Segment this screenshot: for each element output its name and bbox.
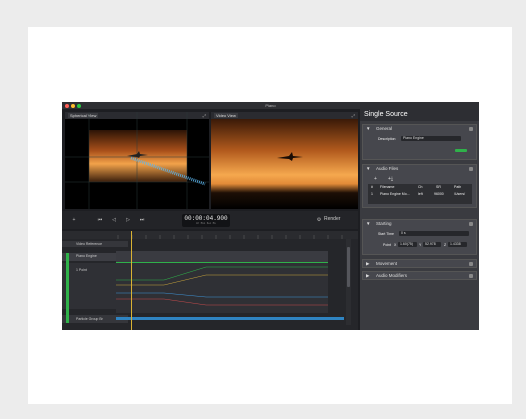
table-cell: Piano Engine Mo... [380,192,410,196]
table-cell: 1 [371,192,373,196]
close-section-icon[interactable] [469,262,473,266]
table-cell: left [418,192,423,196]
section-audio-modifiers-header[interactable]: ▶ Audio Modifiers [363,272,476,280]
audio-files-table: # Filename Ch SR Path 1 Piano Engine Mo.… [368,184,472,204]
section-movement-header[interactable]: ▶ Movement [363,260,476,268]
inspector-panel: Single Source ▼ General Description Piano… [360,109,479,330]
timeline-ruler[interactable] [62,231,358,239]
table-cell: /Users/ [454,192,466,196]
close-section-icon[interactable] [469,167,473,171]
section-general: ▼ General Description Piano Engine [362,124,477,160]
section-audio-files-header[interactable]: ▼ Audio Files [363,165,476,173]
x-label: X [394,243,397,247]
section-general-header[interactable]: ▼ General [363,125,476,133]
source-color-swatch[interactable] [455,149,467,152]
timeline[interactable]: Video Reference Piano Engine 1 Point Par… [62,231,358,330]
y-label: Y [419,243,422,247]
skip-forward-icon[interactable]: ⏭ [138,216,146,224]
col-header: Path [454,185,462,189]
description-field[interactable]: Piano Engine [401,136,461,141]
point-y-field[interactable]: 52.978 [423,242,441,247]
timecode-units: Hr Min Sec Ms [196,222,216,225]
render-icon[interactable]: ⚙ [316,216,322,224]
render-button[interactable]: Render [324,216,340,222]
spherical-view[interactable]: Spherical View ⤢ [65,112,209,209]
video-view[interactable]: Video View ⤢ [211,112,358,209]
col-header: Ch [418,185,423,189]
point-x-field[interactable]: 1.60(75) [398,242,417,247]
col-header: Filename [380,185,395,189]
point-z-field[interactable]: 1.4338 [448,242,467,247]
section-starting: ▼ Starting Start Time 0 s Point X 1.60(75… [362,219,477,255]
section-movement[interactable]: ▶ Movement [362,259,477,268]
timecode-display: 00:00:04.900 Hr Min Sec Ms [182,214,230,227]
window-title: Piano [265,103,276,108]
clip-piano-engine[interactable] [116,251,328,263]
start-time-field[interactable]: 0 s [399,231,469,236]
add-folder-button[interactable]: +⤓ [388,176,393,182]
inspector-title: Single Source [360,109,479,121]
clip-particle-group[interactable] [116,317,344,320]
airplane-icon [277,152,303,161]
section-audio-modifiers[interactable]: ▶ Audio Modifiers [362,271,477,280]
app-window: Piano Spherical View ⤢ Video View ⤢ + ⏮ … [62,102,479,330]
track-color-strip [66,253,69,323]
col-header: # [371,185,373,189]
spherical-grid [65,112,209,209]
close-section-icon[interactable] [469,222,473,226]
timecode-value: 00:00:04.900 [184,215,228,222]
point-label: Point [383,243,391,247]
description-label: Description [378,137,396,141]
timeline-scrollbar[interactable] [346,239,351,325]
rewind-icon[interactable]: ◁ [110,216,118,224]
track-header-video-reference[interactable]: Video Reference [62,241,128,247]
section-audio-files: ▼ Audio Files + +⤓ # Filename Ch SR Path … [362,164,477,208]
title-bar: Piano [62,102,479,109]
automation-lane[interactable] [116,263,328,313]
section-starting-header[interactable]: ▼ Starting [363,220,476,228]
play-icon[interactable]: ▷ [124,216,132,224]
z-label: Z [444,243,447,247]
table-cell: 96000 [434,192,444,196]
add-button[interactable]: + [70,216,78,224]
add-file-button[interactable]: + [374,176,377,182]
transport-toolbar: + ⏮ ◁ ▷ ⏭ 00:00:04.900 Hr Min Sec Ms ⚙ R… [62,211,358,229]
start-time-label: Start Time [378,232,394,236]
skip-back-icon[interactable]: ⏮ [96,216,104,224]
col-header: SR [436,185,441,189]
close-section-icon[interactable] [469,127,473,131]
playhead[interactable] [131,231,132,330]
close-section-icon[interactable] [469,274,473,278]
